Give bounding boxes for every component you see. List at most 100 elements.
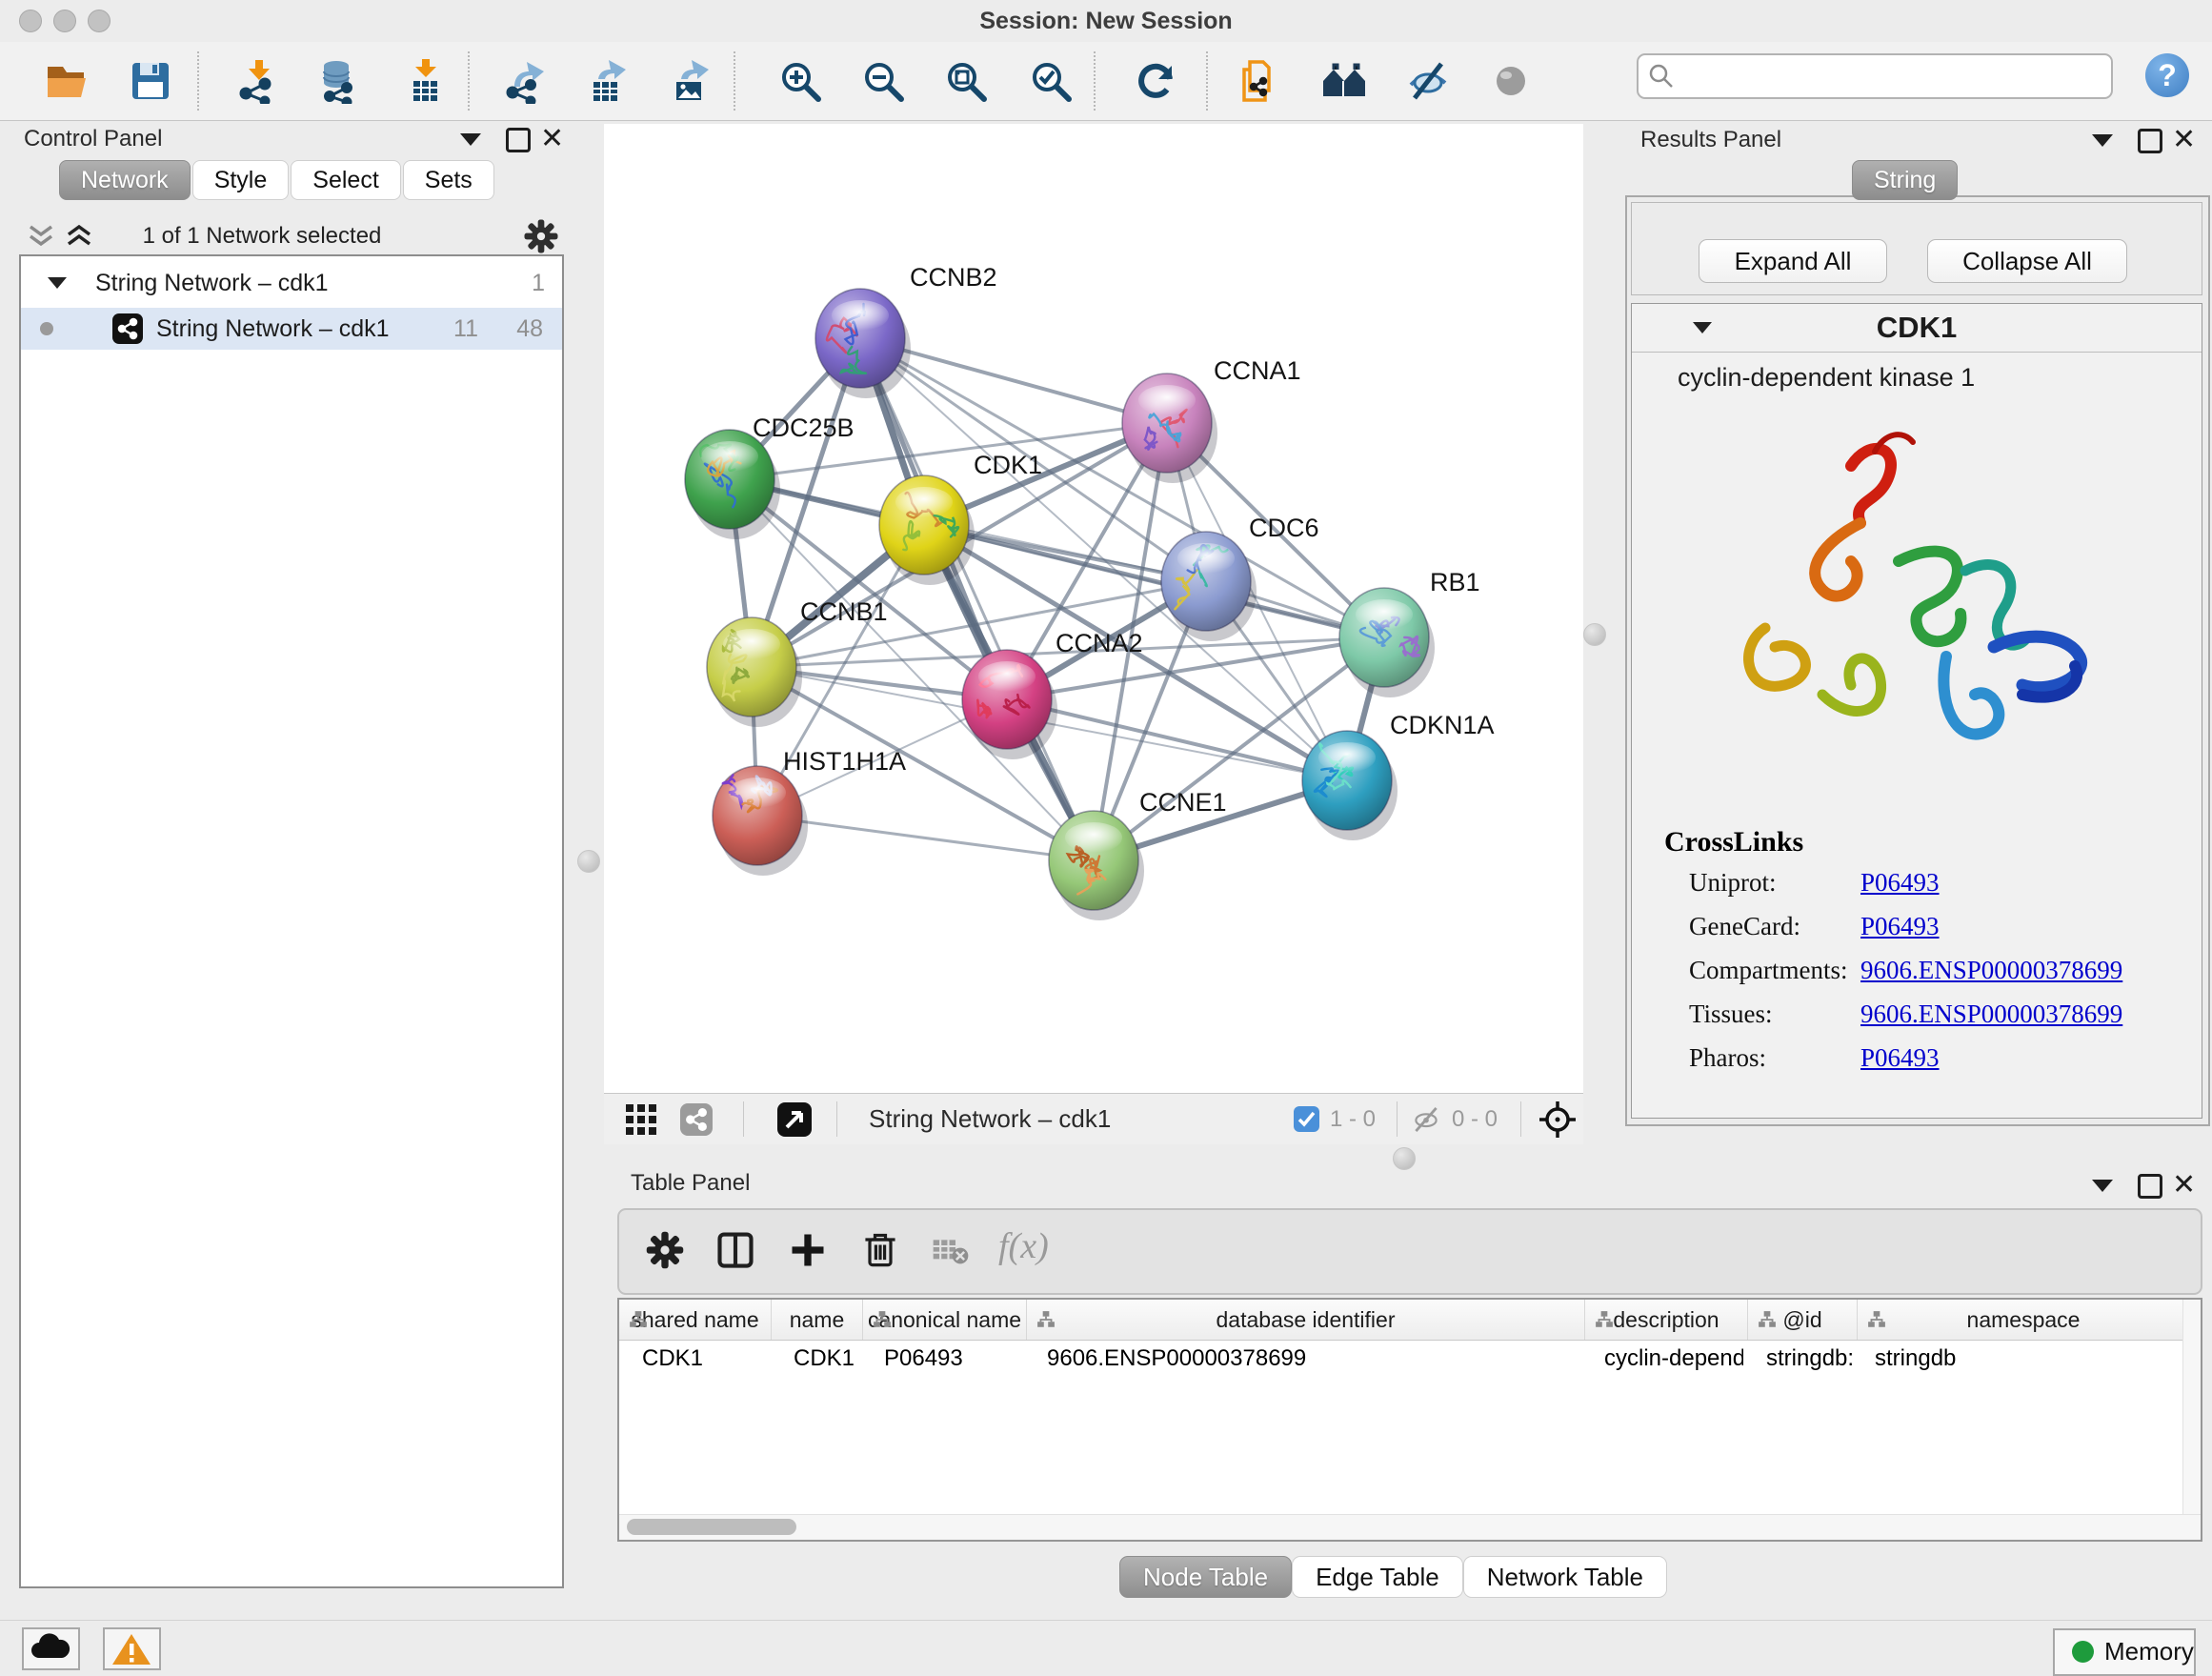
table-panel-maximize-button[interactable] bbox=[2138, 1174, 2162, 1199]
tab-edge-table[interactable]: Edge Table bbox=[1292, 1556, 1463, 1598]
table-options-gear-icon[interactable] bbox=[644, 1229, 686, 1271]
results-panel-close-button[interactable]: ✕ bbox=[2172, 129, 2197, 153]
tab-node-table[interactable]: Node Table bbox=[1119, 1556, 1292, 1598]
right-splitter-handle[interactable] bbox=[1583, 623, 1606, 646]
node-RB1[interactable]: RB1 bbox=[1339, 568, 1480, 697]
column-header-database-identifier[interactable]: database identifier bbox=[1027, 1300, 1585, 1340]
crosslink-value-link[interactable]: 9606.ENSP00000378699 bbox=[1860, 1000, 2122, 1029]
current-network-dot-icon bbox=[40, 322, 53, 335]
import-network-file-icon[interactable] bbox=[235, 58, 281, 104]
scrollbar-thumb[interactable] bbox=[627, 1519, 796, 1535]
expand-all-button[interactable]: Expand All bbox=[1699, 239, 1887, 283]
selected-nodes-checkbox[interactable] bbox=[1294, 1106, 1319, 1132]
column-header-namespace[interactable]: namespace bbox=[1858, 1300, 2190, 1340]
network-tree-root-row[interactable]: String Network – cdk1 1 bbox=[21, 264, 562, 302]
results-panel-float-button[interactable] bbox=[2092, 134, 2117, 159]
table-panel-float-button[interactable] bbox=[2092, 1180, 2117, 1204]
zoom-out-icon[interactable] bbox=[860, 58, 906, 104]
network-graph[interactable]: CCNB2CCNA1CDC25BCDK1CDC6RB1CCNB1CCNA2CDK… bbox=[604, 124, 1583, 1093]
zoom-selected-icon[interactable] bbox=[1028, 58, 1074, 104]
duplicate-network-icon[interactable] bbox=[1237, 58, 1282, 104]
column-header--id[interactable]: @id bbox=[1748, 1300, 1858, 1340]
crosslink-value-link[interactable]: P06493 bbox=[1860, 868, 1940, 898]
tab-string[interactable]: String bbox=[1852, 160, 1958, 200]
column-header-shared-name[interactable]: shared name bbox=[619, 1300, 772, 1340]
help-button[interactable]: ? bbox=[2145, 53, 2189, 97]
crosslink-value-link[interactable]: P06493 bbox=[1860, 1043, 1940, 1073]
export-network-icon[interactable] bbox=[502, 58, 548, 104]
delete-column-trash-icon[interactable] bbox=[859, 1229, 901, 1271]
birds-eye-view-icon[interactable] bbox=[777, 1102, 812, 1137]
fit-selected-crosshair-icon[interactable] bbox=[1538, 1100, 1578, 1140]
open-session-icon[interactable] bbox=[44, 58, 90, 104]
export-table-icon[interactable] bbox=[584, 58, 630, 104]
node-HIST1H1A[interactable]: HIST1H1A bbox=[713, 747, 906, 876]
expand-all-chevron-icon[interactable] bbox=[65, 223, 93, 250]
tab-style[interactable]: Style bbox=[192, 160, 290, 200]
table-cell[interactable]: 9606.ENSP00000378699 bbox=[1024, 1340, 1581, 1378]
results-panel-maximize-button[interactable] bbox=[2138, 129, 2162, 153]
column-header-name[interactable]: name bbox=[772, 1300, 863, 1340]
vertical-scrollbar[interactable] bbox=[2182, 1300, 2201, 1540]
tab-sets[interactable]: Sets bbox=[403, 160, 494, 200]
column-header-description[interactable]: description bbox=[1585, 1300, 1748, 1340]
table-cell[interactable]: cyclin-dependent ... bbox=[1581, 1340, 1743, 1378]
create-column-plus-icon[interactable] bbox=[787, 1229, 829, 1271]
table-cell[interactable]: CDK1 bbox=[619, 1340, 771, 1378]
collapse-all-chevron-icon[interactable] bbox=[27, 223, 55, 250]
table-data-row[interactable]: CDK1CDK1P064939606.ENSP00000378699cyclin… bbox=[619, 1340, 2201, 1378]
toolbar-separator bbox=[197, 51, 199, 111]
table-cell[interactable]: P06493 bbox=[861, 1340, 1024, 1378]
home-panels-icon[interactable] bbox=[1321, 58, 1367, 104]
control-panel-float-button[interactable] bbox=[460, 133, 485, 158]
cloud-status-button[interactable] bbox=[22, 1627, 80, 1670]
import-network-database-icon[interactable] bbox=[315, 58, 361, 104]
hide-graphics-details-icon[interactable] bbox=[1405, 58, 1451, 104]
memory-button[interactable]: Memory bbox=[2053, 1628, 2196, 1676]
grid-view-icon[interactable] bbox=[625, 1103, 657, 1136]
control-panel-maximize-button[interactable] bbox=[506, 128, 531, 152]
horizontal-scrollbar[interactable] bbox=[619, 1514, 2201, 1540]
control-panel-close-button[interactable]: ✕ bbox=[540, 128, 565, 152]
column-header-canonical-name[interactable]: canonical name bbox=[863, 1300, 1027, 1340]
tab-select[interactable]: Select bbox=[291, 160, 400, 200]
collapse-all-button[interactable]: Collapse All bbox=[1927, 239, 2127, 283]
network-share-view-icon[interactable] bbox=[680, 1103, 713, 1136]
crosslink-value-link[interactable]: 9606.ENSP00000378699 bbox=[1860, 956, 2122, 985]
edge-CCNA2-CDKN1A[interactable] bbox=[1007, 699, 1347, 780]
entry-header[interactable]: CDK1 bbox=[1632, 304, 2202, 353]
table-cell[interactable]: stringdb bbox=[1852, 1340, 2183, 1378]
node-CDKN1A[interactable]: CDKN1A bbox=[1302, 711, 1495, 840]
zoom-fit-content-icon[interactable] bbox=[943, 58, 989, 104]
network-tree-child-row[interactable]: String Network – cdk1 11 48 bbox=[21, 308, 562, 350]
node-CCNE1[interactable]: CCNE1 bbox=[1049, 788, 1227, 920]
left-splitter-handle[interactable] bbox=[577, 850, 600, 873]
bottom-splitter-handle[interactable] bbox=[1393, 1147, 1416, 1170]
warnings-button[interactable] bbox=[103, 1627, 161, 1670]
protein-structure-image bbox=[1708, 409, 2108, 809]
edge-CCNB2-CCNE1[interactable] bbox=[860, 338, 1094, 860]
entry-collapse-caret-icon[interactable] bbox=[1693, 322, 1712, 333]
network-options-gear-icon[interactable] bbox=[522, 217, 560, 255]
search-input[interactable] bbox=[1684, 58, 2098, 92]
import-table-file-icon[interactable] bbox=[402, 58, 448, 104]
node-CDC6[interactable]: CDC6 bbox=[1161, 514, 1319, 641]
table-cell[interactable]: stringdb:9... bbox=[1743, 1340, 1852, 1378]
network-canvas[interactable]: CCNB2CCNA1CDC25BCDK1CDC6RB1CCNB1CCNA2CDK… bbox=[604, 124, 1583, 1093]
table-cell[interactable]: CDK1 bbox=[771, 1340, 861, 1378]
node-CCNA1[interactable]: CCNA1 bbox=[1122, 356, 1301, 483]
refresh-view-icon[interactable] bbox=[1133, 58, 1178, 104]
crosslink-value-link[interactable]: P06493 bbox=[1860, 912, 1940, 941]
tree-collapse-caret-icon[interactable] bbox=[48, 277, 67, 289]
tab-network[interactable]: Network bbox=[59, 160, 191, 200]
edge-HIST1H1A-CCNE1[interactable] bbox=[757, 816, 1094, 860]
export-image-icon[interactable] bbox=[667, 58, 713, 104]
save-session-icon[interactable] bbox=[128, 58, 173, 104]
table-panel-close-button[interactable]: ✕ bbox=[2172, 1174, 2197, 1199]
show-graphics-details-icon[interactable] bbox=[1488, 58, 1534, 104]
node-CDC25B[interactable]: CDC25B bbox=[685, 414, 855, 539]
node-CCNB2[interactable]: CCNB2 bbox=[815, 263, 997, 398]
show-columns-icon[interactable] bbox=[714, 1229, 756, 1271]
tab-network-table[interactable]: Network Table bbox=[1463, 1556, 1667, 1598]
zoom-in-icon[interactable] bbox=[777, 58, 823, 104]
